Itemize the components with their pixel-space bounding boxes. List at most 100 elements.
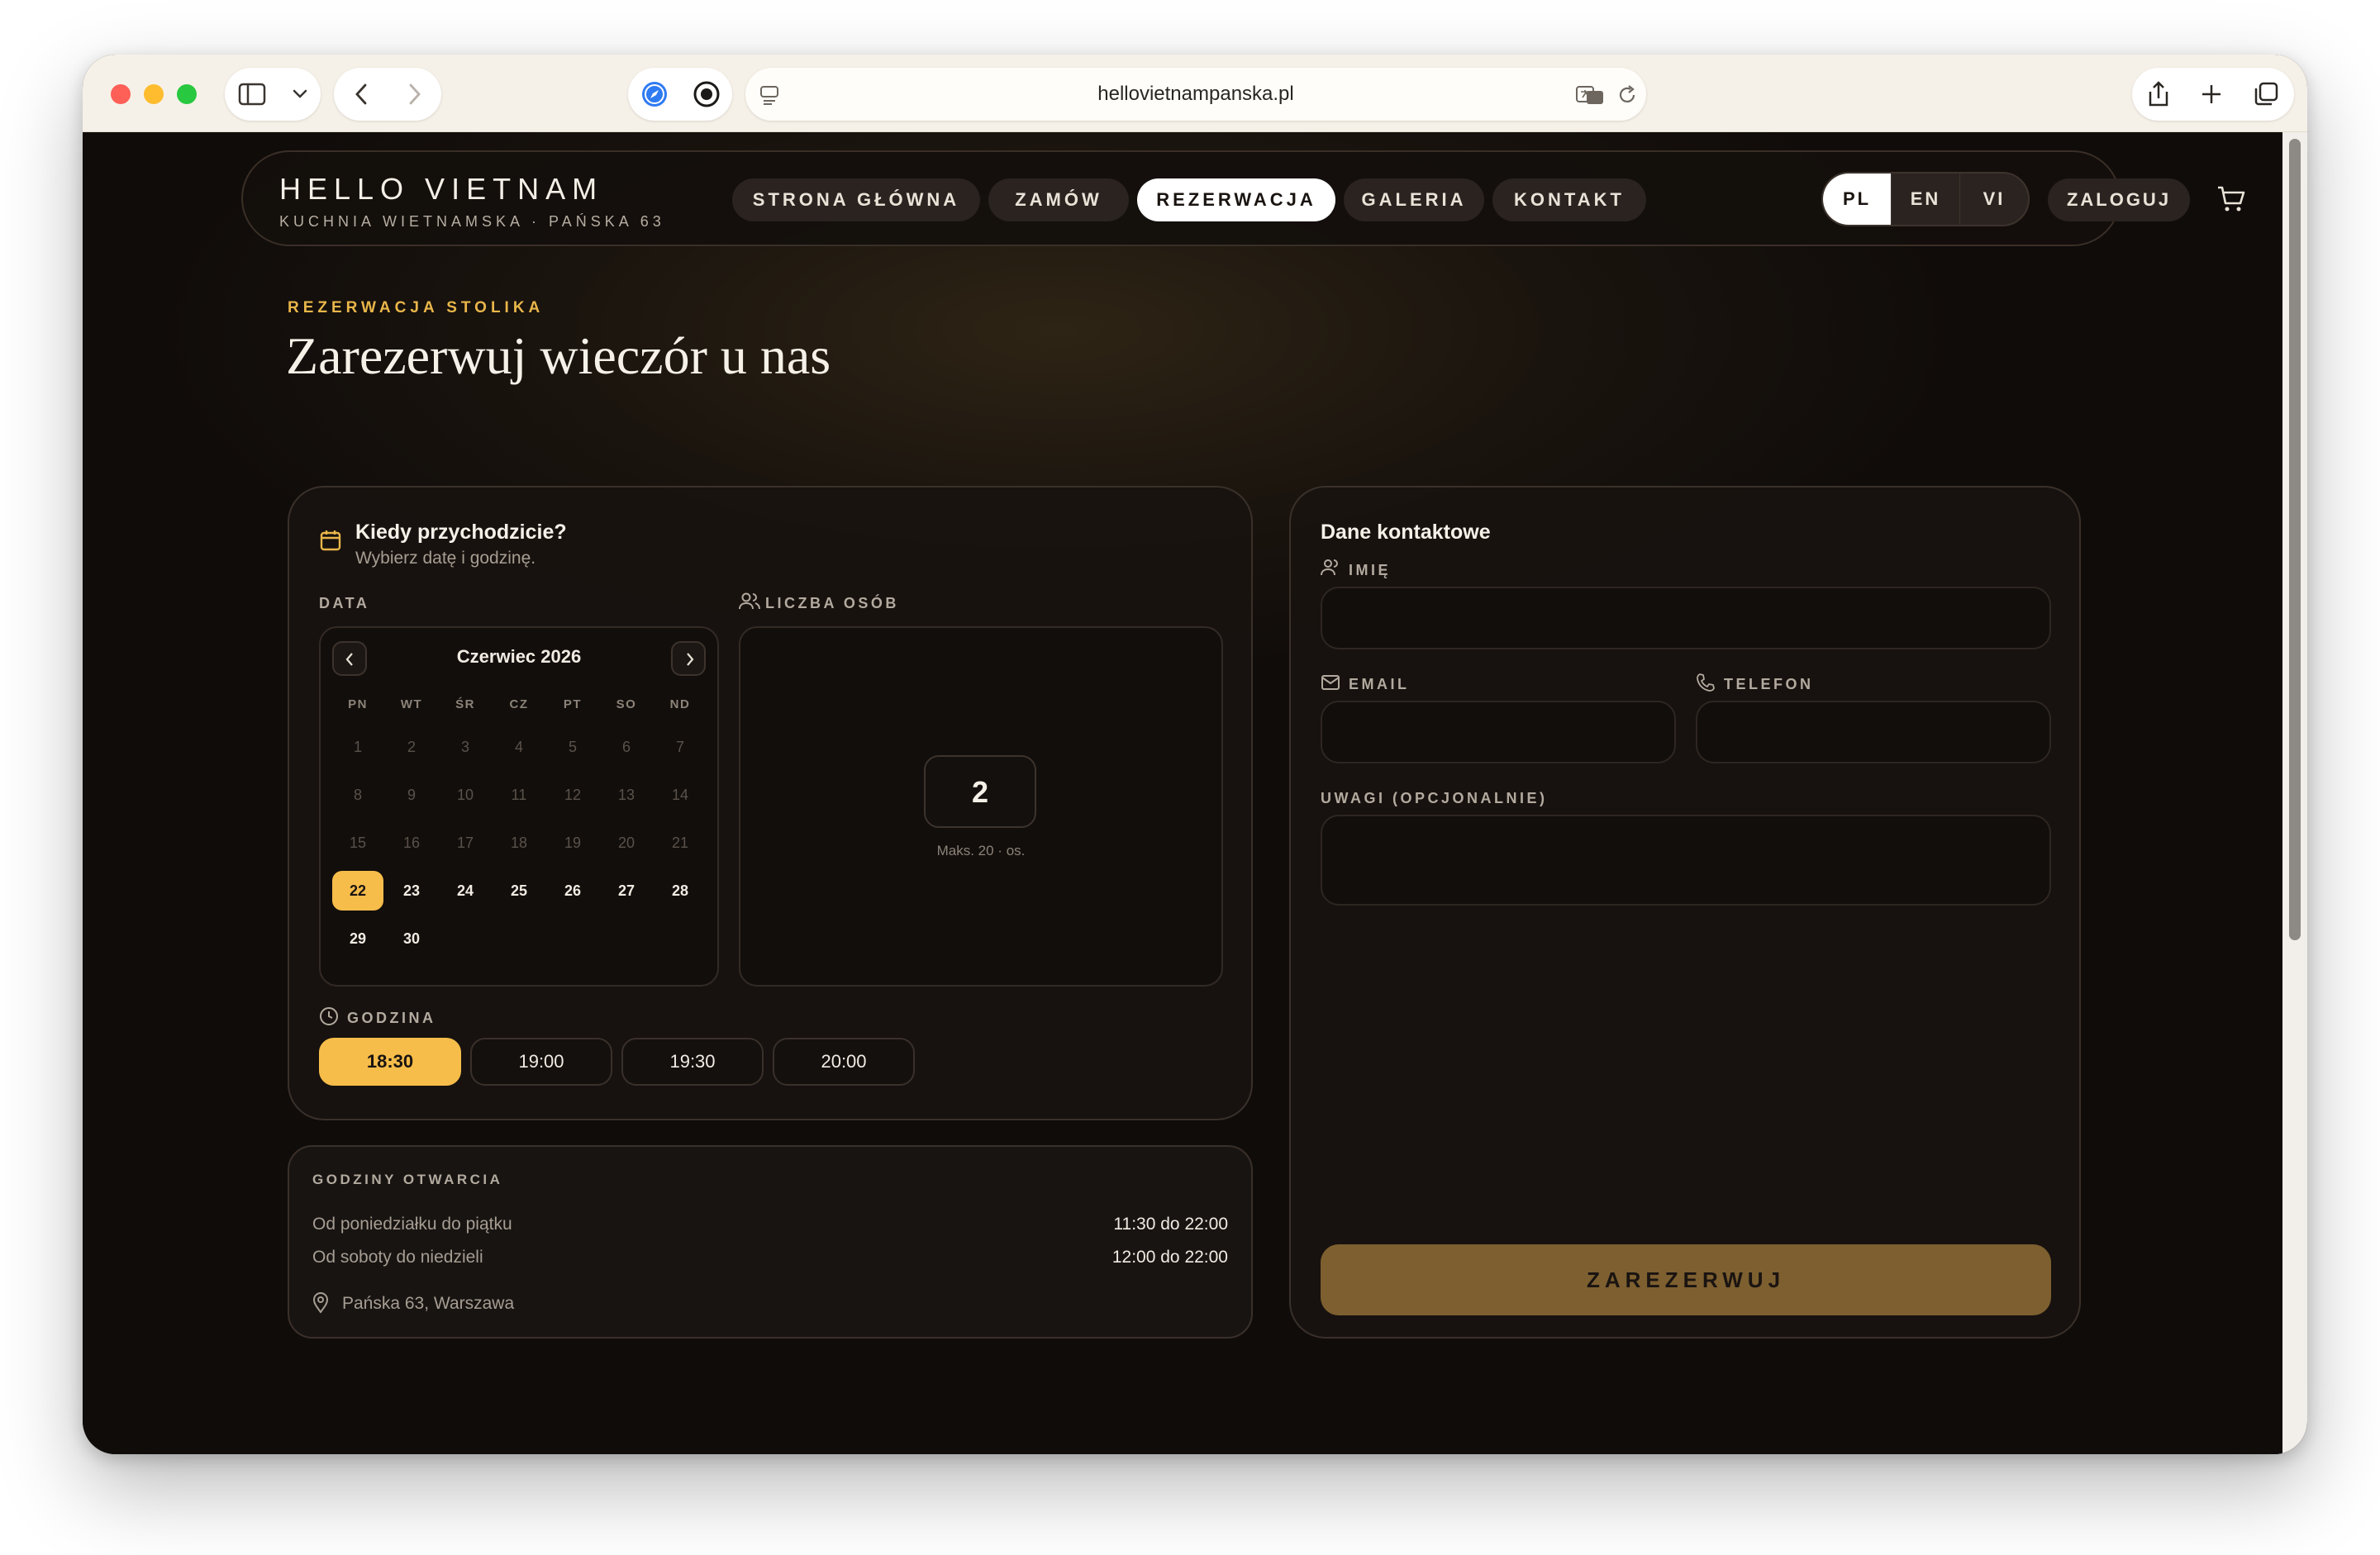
translate-icon[interactable] — [1575, 84, 1605, 106]
calendar-day: 20 — [617, 835, 635, 851]
hours-row-label: Od poniedziałku do piątku — [312, 1215, 512, 1234]
time-slot-1830[interactable]: 18:30 — [319, 1038, 461, 1086]
next-month-button[interactable] — [671, 641, 706, 676]
weekday-header: PN — [348, 697, 368, 711]
brand-tagline: KUCHNIA WIETNAMSKA · PAŃSKA 63 — [279, 213, 665, 230]
calendar-icon — [320, 530, 341, 551]
calendar-day: 5 — [568, 739, 577, 755]
tab-overview-icon[interactable] — [2253, 81, 2279, 107]
hours-row-value: 11:30 do 22:00 — [1113, 1215, 1228, 1234]
when-card: Kiedy przychodzicie? Wybierz datę i godz… — [288, 486, 1253, 1120]
opening-hours-card: GODZINY OTWARCIA Od poniedziałku do piąt… — [288, 1145, 1253, 1339]
notes-textarea[interactable] — [1321, 815, 2051, 906]
phone-input[interactable] — [1696, 701, 2051, 763]
calendar-day: 21 — [671, 835, 689, 851]
browser-toolbar: hellovietnampanska.pl — [83, 55, 2307, 132]
calendar-day[interactable]: 27 — [601, 871, 652, 911]
calendar-day: 8 — [353, 787, 362, 803]
calendar-day: 14 — [671, 787, 689, 803]
back-icon[interactable] — [355, 83, 368, 105]
nav-order[interactable]: ZAMÓW — [988, 178, 1129, 221]
chevron-down-icon[interactable] — [293, 89, 307, 99]
calendar-day[interactable]: 24 — [440, 871, 491, 911]
reload-icon[interactable] — [1616, 84, 1638, 106]
calendar-day: 17 — [456, 835, 474, 851]
site-header: HELLO VIETNAM KUCHNIA WIETNAMSKA · PAŃSK… — [241, 150, 2245, 246]
calendar-month: Czerwiec 2026 — [456, 646, 582, 667]
calendar-day: 7 — [675, 739, 684, 755]
when-subtitle: Wybierz datę i godzinę. — [355, 549, 536, 568]
page-eyebrow: REZERWACJA STOLIKA — [288, 299, 545, 316]
scrollbar[interactable] — [2282, 132, 2307, 1454]
reserve-submit-button[interactable]: ZAREZERWUJ — [1321, 1244, 2051, 1315]
login-button[interactable]: ZALOGUJ — [2048, 178, 2190, 221]
restaurant-address: Pańska 63, Warszawa — [342, 1294, 515, 1313]
calendar-day: 3 — [460, 739, 469, 755]
weekday-header: CZ — [509, 697, 529, 711]
zoom-window-button[interactable] — [177, 84, 197, 104]
nav-gallery[interactable]: GALERIA — [1344, 178, 1484, 221]
weekday-header: PT — [563, 697, 583, 711]
brand-logo[interactable]: HELLO VIETNAM — [279, 172, 603, 207]
cart-icon[interactable] — [2216, 185, 2246, 213]
hours-row-weekend: Od soboty do niedzieli 12:00 do 22:00 — [312, 1248, 1228, 1267]
phone-icon — [1697, 673, 1715, 692]
guest-count-value[interactable]: 2 — [924, 755, 1036, 828]
calendar-day: 18 — [510, 835, 528, 851]
time-label: GODZINA — [347, 1010, 436, 1026]
sidebar-toggle-group — [225, 68, 321, 121]
nav-reservation[interactable]: REZERWACJA — [1137, 178, 1335, 221]
guest-max-note: Maks. 20 · os. — [936, 843, 1026, 858]
minimize-window-button[interactable] — [144, 84, 164, 104]
weekday-header: ND — [669, 697, 691, 711]
compass-icon[interactable] — [640, 80, 669, 108]
web-page: HELLO VIETNAM KUCHNIA WIETNAMSKA · PAŃSK… — [83, 132, 2307, 1454]
calendar-day[interactable]: 30 — [386, 919, 437, 958]
name-label: IMIĘ — [1349, 562, 1392, 578]
new-tab-icon[interactable] — [2200, 83, 2223, 106]
hours-row-value: 12:00 do 22:00 — [1111, 1248, 1228, 1267]
calendar-day: 15 — [349, 835, 367, 851]
extensions-group — [628, 68, 732, 121]
close-window-button[interactable] — [111, 84, 131, 104]
calendar-day[interactable]: 28 — [654, 871, 706, 911]
user-icon — [1321, 559, 1338, 576]
clock-icon — [320, 1007, 338, 1025]
mail-icon — [1321, 675, 1340, 690]
calendar-day[interactable]: 29 — [332, 919, 383, 958]
lang-pl[interactable]: PL — [1823, 174, 1891, 225]
calendar-day[interactable]: 23 — [386, 871, 437, 911]
name-input[interactable] — [1321, 587, 2051, 649]
calendar-day[interactable]: 25 — [493, 871, 545, 911]
date-label: DATA — [319, 595, 370, 611]
calendar-day: 11 — [511, 787, 527, 803]
window-actions-group — [2132, 68, 2294, 121]
record-icon[interactable] — [693, 80, 721, 108]
forward-icon[interactable] — [408, 83, 421, 105]
people-icon — [739, 592, 760, 610]
share-icon[interactable] — [2147, 80, 2170, 108]
lang-vi[interactable]: VI — [1959, 174, 2028, 225]
notes-label: UWAGI (OPCJONALNIE) — [1321, 790, 1548, 806]
contact-card: Dane kontaktowe IMIĘ EMAIL TELEFON UWAGI… — [1289, 486, 2081, 1339]
weekday-header: WT — [400, 697, 423, 711]
calendar-day[interactable]: 22 — [332, 871, 383, 911]
when-title: Kiedy przychodzicie? — [355, 521, 567, 544]
browser-window: hellovietnampanska.pl HELLO VIETNAM KUCH… — [83, 55, 2307, 1454]
email-input[interactable] — [1321, 701, 1676, 763]
contact-title: Dane kontaktowe — [1321, 521, 1491, 544]
sidebar-icon[interactable] — [238, 83, 266, 106]
calendar-day: 12 — [564, 787, 582, 803]
nav-home[interactable]: STRONA GŁÓWNA — [732, 178, 980, 221]
address-bar[interactable]: hellovietnampanska.pl — [745, 68, 1646, 121]
time-slot-1900[interactable]: 19:00 — [470, 1038, 612, 1086]
scrollbar-thumb[interactable] — [2289, 139, 2301, 940]
time-slot-2000[interactable]: 20:00 — [773, 1038, 915, 1086]
weekday-header: ŚR — [455, 697, 475, 711]
guests-label: LICZBA OSÓB — [765, 595, 899, 611]
lang-en[interactable]: EN — [1891, 174, 1959, 225]
calendar-day[interactable]: 26 — [547, 871, 598, 911]
time-slot-1930[interactable]: 19:30 — [621, 1038, 764, 1086]
calendar-day: 4 — [514, 739, 523, 755]
nav-contact[interactable]: KONTAKT — [1492, 178, 1646, 221]
